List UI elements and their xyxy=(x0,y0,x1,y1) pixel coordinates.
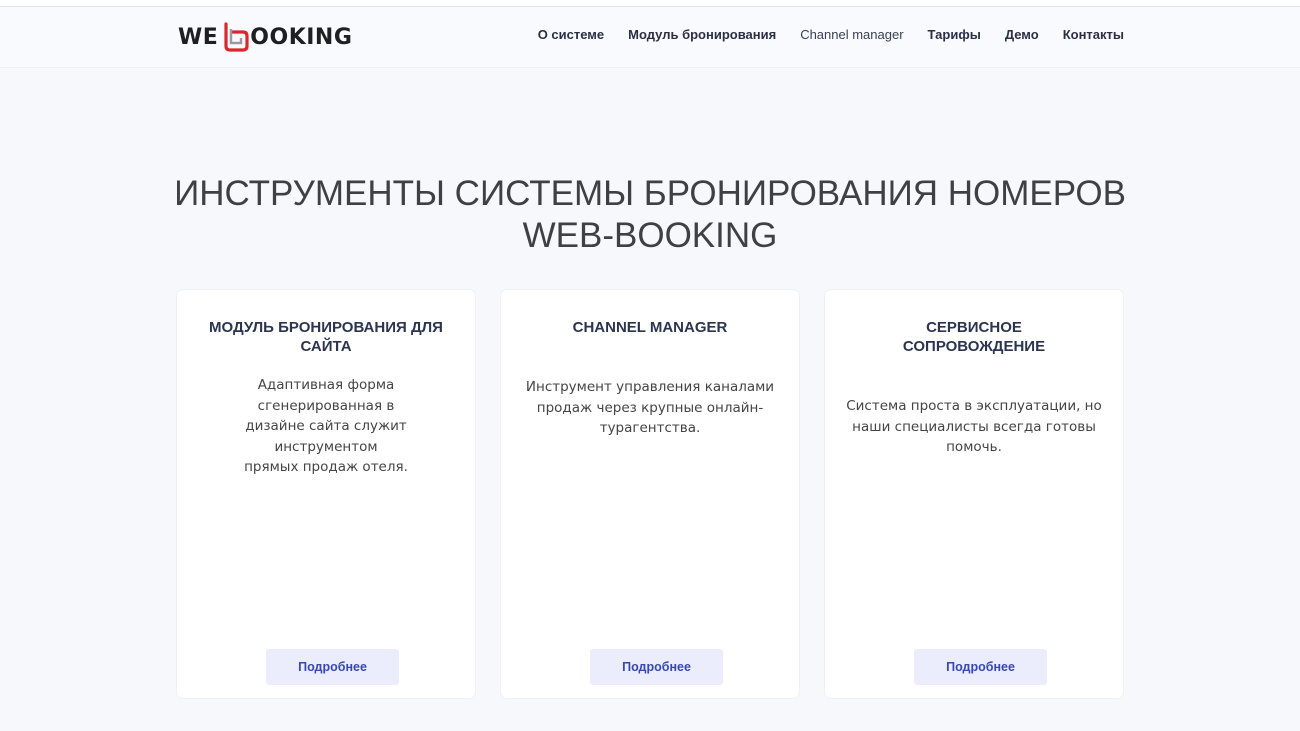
card-text-line3: помочь. xyxy=(946,439,1002,455)
nav-about[interactable]: О системе xyxy=(538,27,604,42)
card-channel-manager: CHANNEL MANAGER Инструмент управления ка… xyxy=(501,290,799,698)
nav-pricing[interactable]: Тарифы xyxy=(928,27,981,42)
logo-text-left: WE xyxy=(178,24,219,50)
more-button-channel-manager[interactable]: Подробнее xyxy=(590,649,723,685)
more-button-service-support[interactable]: Подробнее xyxy=(914,649,1047,685)
card-title-line2: САЙТА xyxy=(300,338,352,355)
page-title: ИНСТРУМЕНТЫ СИСТЕМЫ БРОНИРОВАНИЯ НОМЕРОВ… xyxy=(150,173,1150,257)
nav-contacts[interactable]: Контакты xyxy=(1063,27,1124,42)
card-title-line1: СЕРВИСНОЕ xyxy=(926,319,1022,336)
card-text-line2: продаж через крупные онлайн- xyxy=(536,399,764,416)
card-text-line1: Адаптивная форма сгенерированная в xyxy=(257,377,395,414)
card-text-line1: Система проста в эксплуатации, но xyxy=(846,398,1102,414)
page-title-line2: WEB-BOOKING xyxy=(522,216,778,255)
card-title-line2: СОПРОВОЖДЕНИЕ xyxy=(902,338,1046,355)
card-title-line1: CHANNEL MANAGER xyxy=(572,319,728,336)
card-description: Система проста в эксплуатации, но наши с… xyxy=(843,396,1105,458)
card-text-line3: турагентства. xyxy=(599,420,701,436)
top-strip xyxy=(0,0,1300,7)
card-text-line1: Инструмент управления каналами xyxy=(525,379,775,395)
nav-booking-module[interactable]: Модуль бронирования xyxy=(628,27,776,42)
page-title-line1: ИНСТРУМЕНТЫ СИСТЕМЫ БРОНИРОВАНИЯ НОМЕРОВ xyxy=(174,174,1126,213)
card-text-line2: дизайне сайта служит инструментом xyxy=(245,418,407,455)
card-booking-module: МОДУЛЬ БРОНИРОВАНИЯ ДЛЯ САЙТА Адаптивная… xyxy=(177,290,475,698)
logo-b-icon xyxy=(224,22,249,52)
site-header: WE OOKING О системе Модуль бронирования … xyxy=(0,7,1300,68)
nav-demo[interactable]: Демо xyxy=(1005,27,1039,42)
card-title: CHANNEL MANAGER xyxy=(521,318,779,337)
card-title: СЕРВИСНОЕ СОПРОВОЖДЕНИЕ xyxy=(845,318,1103,356)
more-button-booking-module[interactable]: Подробнее xyxy=(266,649,399,685)
card-description: Адаптивная форма сгенерированная в дизай… xyxy=(195,375,457,478)
card-text-line3: прямых продаж отеля. xyxy=(244,459,408,475)
card-title: МОДУЛЬ БРОНИРОВАНИЯ ДЛЯ САЙТА xyxy=(197,318,455,356)
web-booking-logo[interactable]: WE OOKING xyxy=(178,20,352,54)
card-title-line1: МОДУЛЬ БРОНИРОВАНИЯ ДЛЯ xyxy=(209,319,443,336)
main-nav: О системе Модуль бронирования Channel ma… xyxy=(538,27,1124,42)
card-description: Инструмент управления каналами продаж че… xyxy=(519,377,781,439)
card-service-support: СЕРВИСНОЕ СОПРОВОЖДЕНИЕ Система проста в… xyxy=(825,290,1123,698)
logo-text-right: OOKING xyxy=(250,24,353,50)
nav-channel-manager[interactable]: Channel manager xyxy=(800,27,903,42)
card-text-line2: наши специалисты всегда готовы xyxy=(852,418,1096,435)
